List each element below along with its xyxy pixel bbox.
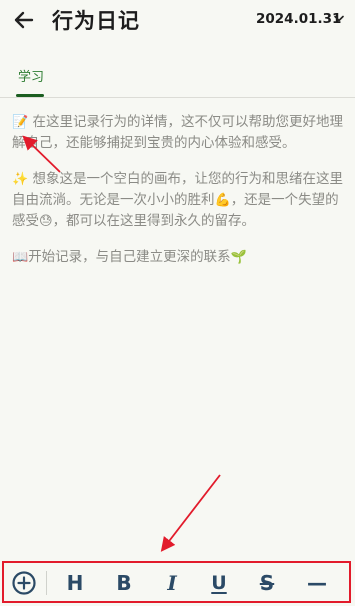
tab-divider (0, 97, 355, 98)
add-button[interactable] (8, 569, 40, 597)
annotation-arrows (22, 135, 221, 552)
placeholder-paragraph-1: 📝 在这里记录行为的详情，这不仅可以帮助您更好地理解自己，还能够捕捉到宝贵的内心… (12, 112, 347, 154)
date-selector[interactable]: 2024.01.31 (256, 11, 341, 27)
plus-circle-icon (12, 571, 36, 595)
underline-button[interactable]: U (206, 569, 232, 597)
editor-placeholder[interactable]: 📝 在这里记录行为的详情，这不仅可以帮助您更好地理解自己，还能够捕捉到宝贵的内心… (12, 112, 347, 283)
toolbar-separator (46, 571, 47, 595)
paragraph-2-text-c: ，都可以在这里得到永久的留存。 (52, 213, 256, 229)
paragraph-3-text: 开始记录，与自己建立更深的联系 (28, 249, 231, 265)
page-title: 行为日记 (52, 9, 140, 33)
flexed-biceps-emoji-icon: 💪 (214, 193, 231, 208)
bold-button[interactable]: B (111, 569, 137, 597)
back-arrow-icon[interactable] (10, 6, 38, 34)
paragraph-1-text: 在这里记录行为的详情，这不仅可以帮助您更好地理解自己，还能够捕捉到宝贵的内心体验… (12, 114, 343, 151)
sparkles-emoji-icon: ✨ (12, 172, 29, 187)
placeholder-paragraph-3: 📖开始记录，与自己建立更深的联系🌱 (12, 247, 347, 268)
strikethrough-button[interactable]: S (254, 569, 280, 597)
placeholder-paragraph-2: ✨ 想象这是一个空白的画布，让您的行为和思绪在这里自由流淌。无论是一次小小的胜利… (12, 169, 347, 232)
tab-study[interactable]: 学习 (18, 66, 44, 85)
open-book-emoji-icon: 📖 (12, 250, 29, 265)
divider-button[interactable]: — (302, 569, 332, 597)
heading-button[interactable]: H (62, 569, 88, 597)
annotation-arrow-bottom (160, 474, 221, 552)
app-header: 行为日记 2024.01.31 (0, 0, 355, 44)
formatting-toolbar: H B I U S — (2, 561, 351, 603)
italic-button[interactable]: I (159, 569, 185, 597)
horizontal-rule-icon: — (307, 571, 327, 595)
sad-face-emoji-icon: 😓 (39, 214, 53, 229)
seedling-emoji-icon: 🌱 (230, 250, 247, 265)
memo-emoji-icon: 📝 (12, 115, 29, 130)
chevron-down-icon[interactable] (334, 15, 344, 23)
